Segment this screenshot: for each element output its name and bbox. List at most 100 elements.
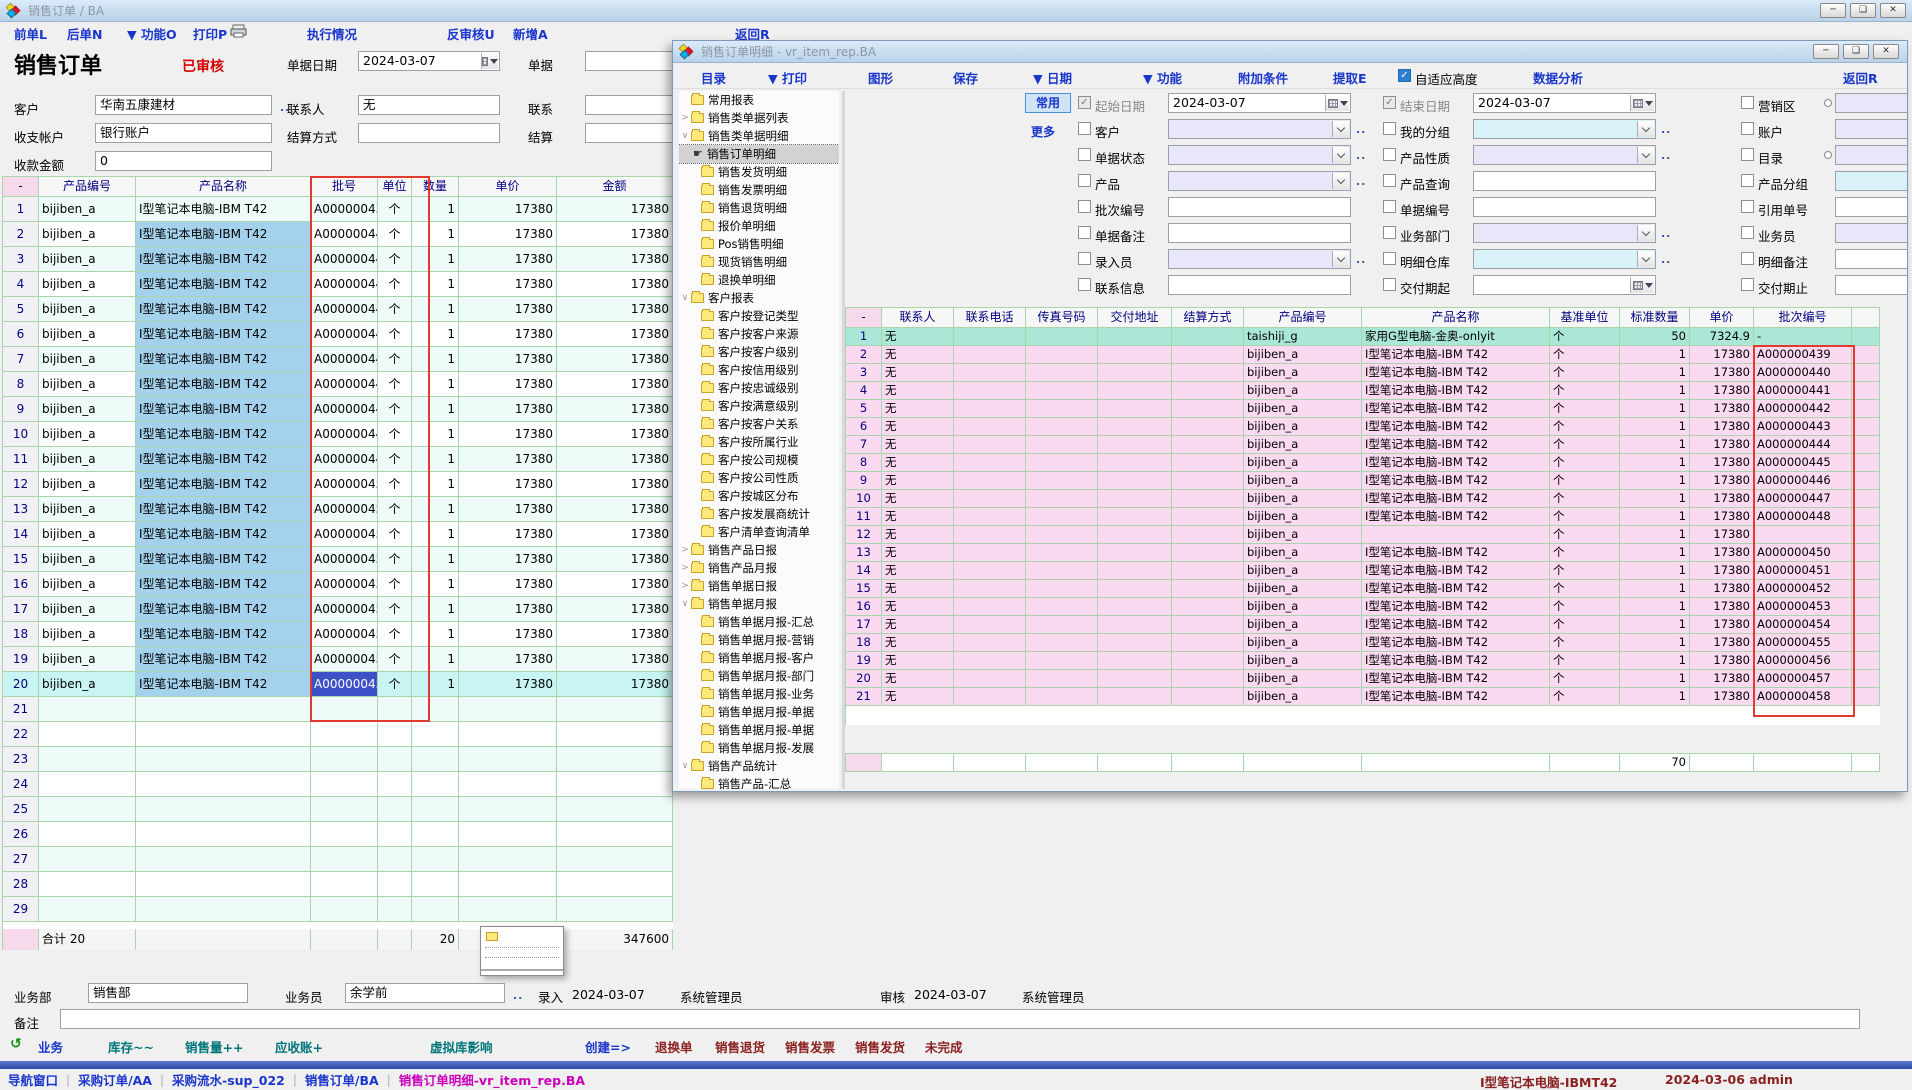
bg-cell-r5-c5[interactable]: 1 [412,297,459,322]
tree-item-客户按公司规模[interactable]: 客户按公司规模 [679,451,839,469]
bg-cell-r4-c0[interactable]: 4 [3,272,39,297]
bg-cell-r12-c7[interactable]: 17380 [557,472,673,497]
bg-cell-r13-c2[interactable]: I型笔记本电脑-IBM T42 [136,497,311,522]
bg-cell-r20-c0[interactable]: 20 [3,672,39,697]
bg-cell-empty-r23-c2[interactable] [136,747,311,772]
fg-cell-r19-c1[interactable]: 无 [882,652,954,670]
fg-cell-r5-c3[interactable] [1026,400,1098,418]
fg-cell-r11-c4[interactable] [1098,508,1172,526]
bg-cell-empty-r27-c6[interactable] [459,847,557,872]
bg-settle-input[interactable] [358,123,500,143]
salesman-input[interactable]: 余学前 [345,983,505,1003]
tree-item-销售产品日报[interactable]: >销售产品日报 [679,541,839,559]
bg-cell-r12-c5[interactable]: 1 [412,472,459,497]
bg-date-input[interactable]: 2024-03-07 [358,51,500,71]
printer-icon[interactable] [230,24,247,41]
bg-cell-empty-r21-c0[interactable]: 21 [3,697,39,722]
fg-cell-r18-c9[interactable]: 1 [1620,634,1690,652]
fg-cell-r4-c10[interactable]: 17380 [1690,382,1754,400]
fg-cell-r11-c0[interactable]: 11 [846,508,882,526]
bg-cell-r5-c6[interactable]: 17380 [459,297,557,322]
filter-lookup-dots[interactable]: .. [1661,227,1671,240]
fg-cell-r3-c3[interactable] [1026,364,1098,382]
tree-item-销售产品统计[interactable]: ∨销售产品统计 [679,757,839,775]
bg-cell-r15-c7[interactable]: 17380 [557,547,673,572]
bg-cell-r14-c2[interactable]: I型笔记本电脑-IBM T42 [136,522,311,547]
filter-input-批次编号[interactable] [1168,197,1351,217]
bg-cell-r8-c4[interactable]: 个 [378,372,412,397]
fg-cell-r9-c1[interactable]: 无 [882,472,954,490]
fg-cell-r19-c2[interactable] [954,652,1026,670]
fg-cell-r13-c8[interactable]: 个 [1550,544,1620,562]
tree-item-销售发票明细[interactable]: 销售发票明细 [679,181,839,199]
filter-checkbox-起始日期[interactable]: ✓ [1078,96,1091,109]
bg-cell-r6-c7[interactable]: 17380 [557,322,673,347]
fg-col-header-5[interactable]: 结算方式 [1172,308,1244,328]
fg-col-header-2[interactable]: 联系电话 [954,308,1026,328]
tree-item-客户按忠诚级别[interactable]: 客户按忠诚级别 [679,379,839,397]
bg-cell-r8-c0[interactable]: 8 [3,372,39,397]
fg-cell-r13-c7[interactable]: I型笔记本电脑-IBM T42 [1362,544,1550,562]
filter-checkbox-交付期止[interactable] [1741,278,1754,291]
fg-cell-r3-c6[interactable]: bijiben_a [1244,364,1362,382]
fg-cell-r21-c1[interactable]: 无 [882,688,954,706]
fg-cell-r16-c2[interactable] [954,598,1026,616]
bg-cell-r16-c1[interactable]: bijiben_a [39,572,136,597]
fg-cell-r18-c6[interactable]: bijiben_a [1244,634,1362,652]
fg-cell-r6-c1[interactable]: 无 [882,418,954,436]
bg-cell-r15-c3[interactable]: A000000453 [311,547,378,572]
bg-cell-r14-c3[interactable]: A000000452 [311,522,378,547]
fg-cell-r7-c0[interactable]: 7 [846,436,882,454]
fg-cell-r17-c5[interactable] [1172,616,1244,634]
bg-cell-r9-c7[interactable]: 17380 [557,397,673,422]
fg-cell-r21-c0[interactable]: 21 [846,688,882,706]
tree-item-销售产品月报[interactable]: >销售产品月报 [679,559,839,577]
filter-checkbox-客户[interactable] [1078,122,1091,135]
fg-cell-r1-c10[interactable]: 7324.9 [1690,328,1754,346]
filter-combo-我的分组[interactable] [1473,119,1656,139]
tree-item-销售单据月报-部门[interactable]: 销售单据月报-部门 [679,667,839,685]
fg-cell-r7-c11[interactable]: A000000444 [1754,436,1852,454]
bg-cell-empty-r28-c4[interactable] [378,872,412,897]
fg-cell-r6-c4[interactable] [1098,418,1172,436]
fg-cell-r21-c8[interactable]: 个 [1550,688,1620,706]
bg-menu-功能O[interactable]: ▼ 功能O [127,24,177,43]
fg-cell-r1-c1[interactable]: 无 [882,328,954,346]
fg-cell-r9-c12[interactable] [1852,472,1880,490]
bg-col-header-7[interactable]: 金额 [557,177,673,197]
fg-cell-r13-c12[interactable] [1852,544,1880,562]
bg-close-button[interactable]: ✕ [1880,3,1906,18]
bg-cell-r14-c5[interactable]: 1 [412,522,459,547]
fg-cell-r16-c9[interactable]: 1 [1620,598,1690,616]
bg-cell-empty-r22-c5[interactable] [412,722,459,747]
filter-checkbox-交付期起[interactable] [1383,278,1396,291]
fg-cell-r13-c4[interactable] [1098,544,1172,562]
fg-cell-r8-c9[interactable]: 1 [1620,454,1690,472]
bottom-toolbar-未完成[interactable]: 未完成 [925,1037,963,1056]
bg-cell-empty-r29-c5[interactable] [412,897,459,922]
fg-cell-r15-c8[interactable]: 个 [1550,580,1620,598]
bg-col-header-5[interactable]: 数量 [412,177,459,197]
bg-cell-r3-c1[interactable]: bijiben_a [39,247,136,272]
bg-cell-r2-c0[interactable]: 2 [3,222,39,247]
fg-cell-r13-c1[interactable]: 无 [882,544,954,562]
fg-cell-r10-c6[interactable]: bijiben_a [1244,490,1362,508]
fg-cell-r13-c9[interactable]: 1 [1620,544,1690,562]
fg-cell-r4-c2[interactable] [954,382,1026,400]
fg-cell-r4-c5[interactable] [1172,382,1244,400]
bg-cell-r11-c4[interactable]: 个 [378,447,412,472]
tree-item-报价单明细[interactable]: 报价单明细 [679,217,839,235]
bg-cell-r7-c7[interactable]: 17380 [557,347,673,372]
bg-cell-r9-c5[interactable]: 1 [412,397,459,422]
fg-cell-r4-c12[interactable] [1852,382,1880,400]
fg-cell-r2-c8[interactable]: 个 [1550,346,1620,364]
fg-cell-r6-c5[interactable] [1172,418,1244,436]
bg-cell-r1-c2[interactable]: I型笔记本电脑-IBM T42 [136,197,311,222]
fg-cell-r14-c7[interactable]: I型笔记本电脑-IBM T42 [1362,562,1550,580]
fg-cell-r3-c1[interactable]: 无 [882,364,954,382]
fg-cell-r20-c12[interactable] [1852,670,1880,688]
tree-item-客户按发展商统计[interactable]: 客户按发展商统计 [679,505,839,523]
bottom-toolbar-业务[interactable]: 业务 [38,1037,63,1056]
fg-cell-r10-c9[interactable]: 1 [1620,490,1690,508]
filter-input-引用单号[interactable] [1835,197,1908,217]
